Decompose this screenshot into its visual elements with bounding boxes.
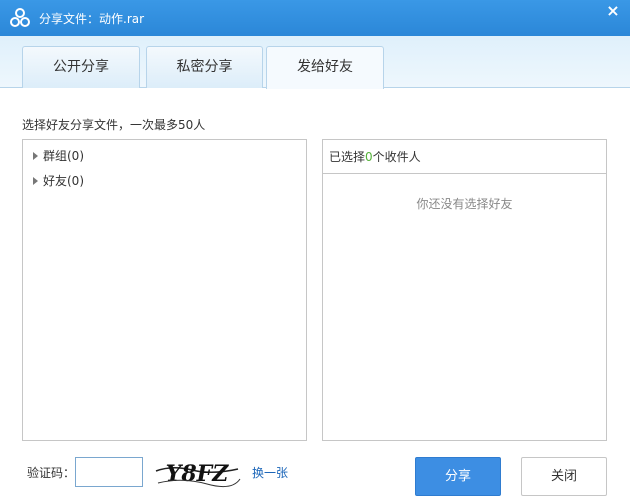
tab-public-share[interactable]: 公开分享	[22, 46, 140, 88]
tab-bar: 公开分享 私密分享 发给好友	[0, 36, 630, 89]
change-captcha-link[interactable]: 换一张	[252, 464, 288, 481]
tree-item-label: 群组(0)	[43, 149, 84, 163]
selected-count: 0	[365, 150, 373, 164]
empty-selection-text: 你还没有选择好友	[416, 197, 513, 211]
tab-send-to-friends[interactable]: 发给好友	[266, 46, 384, 89]
tree-item-friends[interactable]: 好友(0)	[33, 172, 84, 189]
title-bar: 分享文件：动作.rar ×	[0, 0, 630, 36]
selected-recipients-panel: 已选择0个收件人 你还没有选择好友	[322, 139, 607, 441]
window-title: 分享文件：动作.rar	[39, 12, 145, 26]
captcha-image[interactable]: Y8FZ	[152, 457, 242, 489]
share-hint: 选择好友分享文件，一次最多50人	[22, 118, 206, 132]
friend-tree[interactable]: 群组(0) 好友(0)	[22, 139, 307, 441]
close-button[interactable]: 关闭	[521, 457, 607, 496]
captcha-text: Y8FZ	[166, 461, 230, 487]
tree-item-label: 好友(0)	[43, 174, 84, 188]
expand-arrow-icon[interactable]	[33, 176, 38, 185]
captcha-input[interactable]	[75, 457, 143, 487]
expand-arrow-icon[interactable]	[33, 151, 38, 160]
tree-item-groups[interactable]: 群组(0)	[33, 147, 84, 164]
share-button[interactable]: 分享	[415, 457, 501, 496]
close-icon[interactable]: ×	[604, 2, 622, 20]
tab-private-share[interactable]: 私密分享	[146, 46, 263, 88]
captcha-label: 验证码：	[27, 466, 76, 480]
cloud-logo-icon	[10, 8, 30, 27]
selected-count-header: 已选择0个收件人	[323, 140, 606, 174]
